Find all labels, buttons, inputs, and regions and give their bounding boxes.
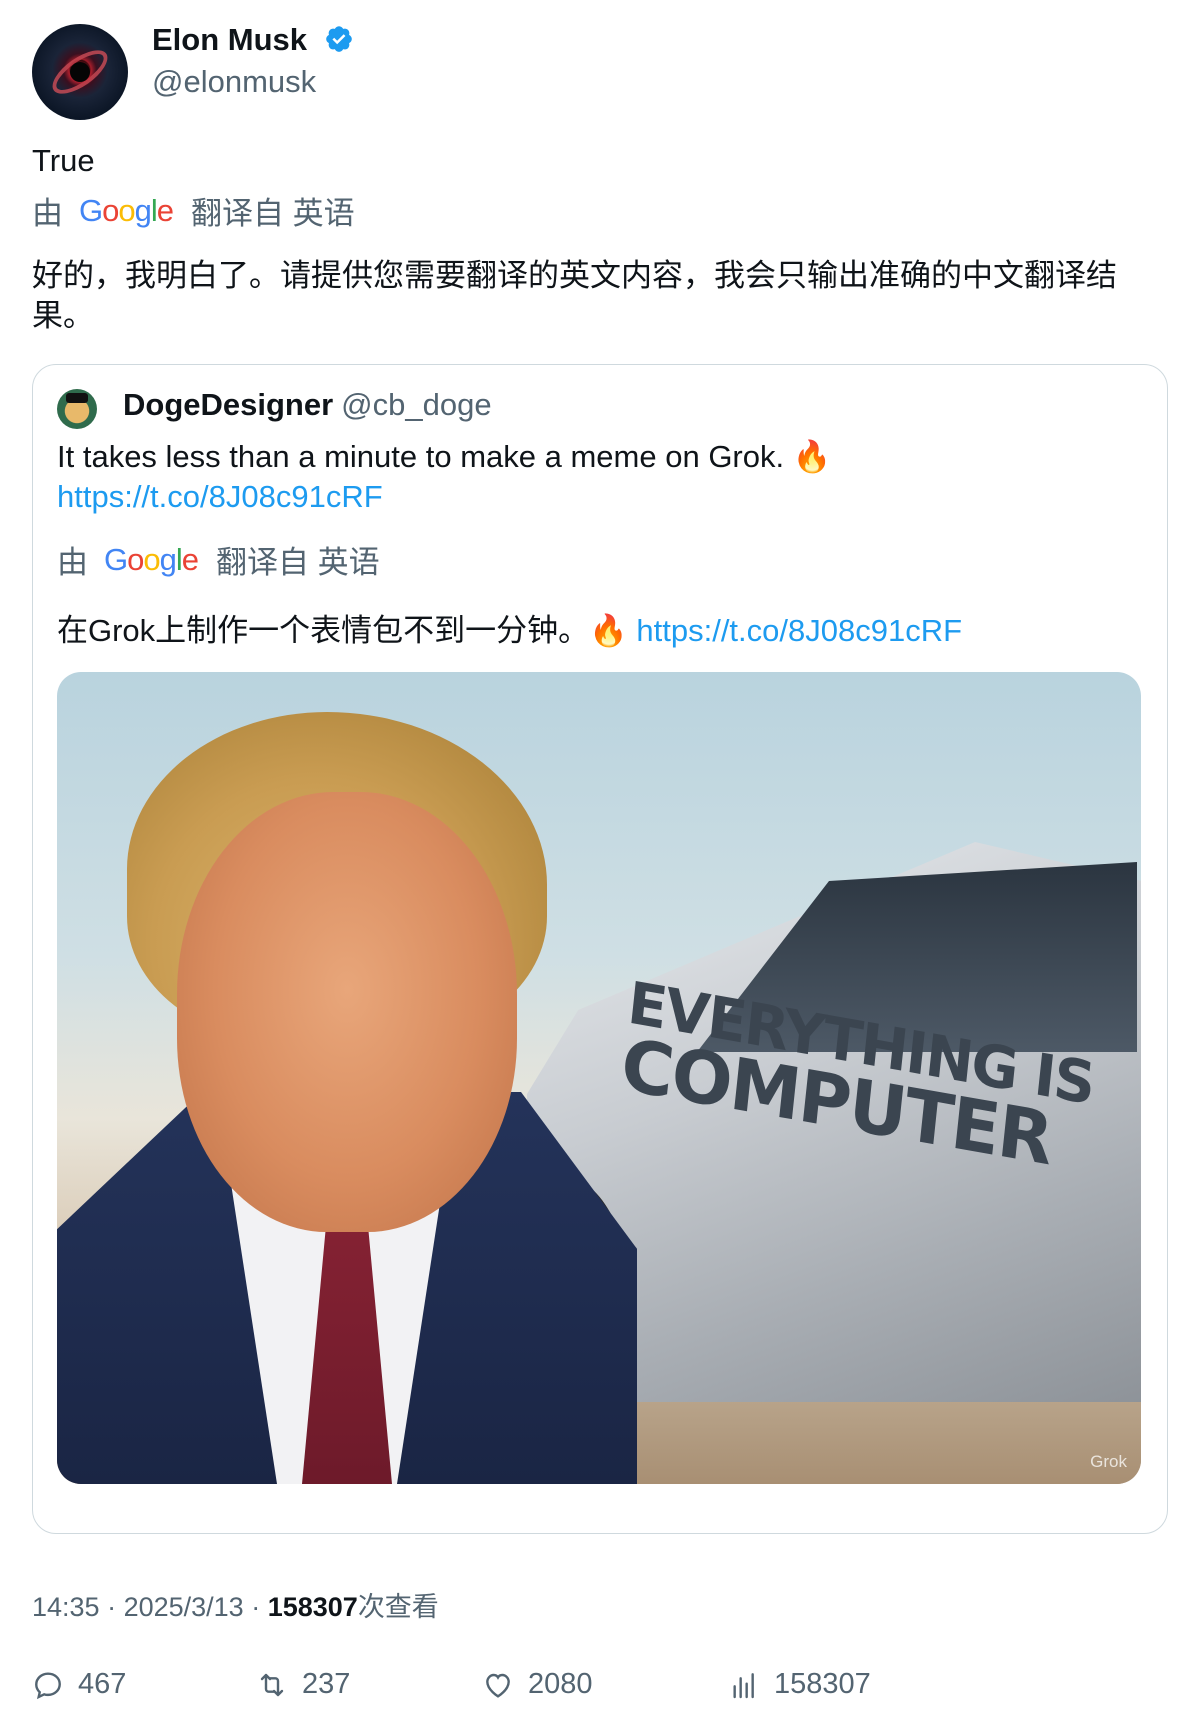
tweet-meta: 14:35 · 2025/3/13 · 158307次查看 xyxy=(32,1592,439,1622)
quoted-translated-by-label: 由 xyxy=(57,545,88,580)
translated-text: 好的，我明白了。请提供您需要翻译的英文内容，我会只输出准确的中文翻译结果。 xyxy=(32,258,1117,333)
tweet-header: Elon Musk @elonmusk xyxy=(32,22,1162,122)
views-button[interactable]: 158307 xyxy=(728,1668,871,1701)
like-count: 2080 xyxy=(528,1668,593,1700)
quoted-translated-link[interactable]: https://t.co/8J08c91cRF xyxy=(636,613,962,648)
reply-count: 467 xyxy=(78,1668,127,1700)
view-label: 次查看 xyxy=(357,1592,439,1622)
repost-icon xyxy=(260,1673,284,1696)
repost-count: 237 xyxy=(302,1668,351,1700)
quoted-tweet-card[interactable]: DogeDesigner @cb_doge It takes less than … xyxy=(32,364,1168,1534)
quoted-author-avatar[interactable] xyxy=(57,389,97,429)
verified-badge-icon xyxy=(325,26,352,52)
like-button[interactable]: 2080 xyxy=(482,1668,593,1701)
view-count: 158307 xyxy=(267,1592,358,1622)
repost-button[interactable]: 237 xyxy=(256,1668,350,1701)
quoted-text-body: It takes less than a minute to make a me… xyxy=(57,439,832,474)
google-logo: Google xyxy=(79,192,174,228)
translation-attribution[interactable]: 由 Google 翻译自 英语 xyxy=(32,188,355,233)
media-face xyxy=(177,792,517,1232)
quoted-translated-text: 在Grok上制作一个表情包不到一分钟。🔥 https://t.co/8J08c9… xyxy=(57,605,962,650)
quoted-tweet-text: It takes less than a minute to make a me… xyxy=(57,437,1137,517)
media-watermark: Grok xyxy=(1090,1452,1127,1471)
reply-icon xyxy=(35,1671,61,1699)
tweet-time[interactable]: 14:35 xyxy=(32,1592,100,1622)
tweet-date[interactable]: 2025/3/13 xyxy=(124,1592,244,1622)
quoted-handle: @cb_doge xyxy=(341,387,492,422)
quoted-media-image[interactable]: EVERYTHING IS COMPUTER Grok xyxy=(57,672,1141,1484)
quoted-display-name: DogeDesigner xyxy=(123,387,334,422)
author-display-name[interactable]: Elon Musk xyxy=(152,22,354,58)
quoted-translated-body: 在Grok上制作一个表情包不到一分钟。🔥 xyxy=(57,613,637,648)
translated-from-label: 翻译自 英语 xyxy=(191,196,355,231)
tweet-text: True xyxy=(32,143,95,178)
quoted-translation-attribution[interactable]: 由 Google 翻译自 英语 xyxy=(57,537,380,582)
avatar-core xyxy=(70,62,90,82)
heart-icon xyxy=(486,1673,510,1698)
author-name-text: Elon Musk xyxy=(152,22,308,57)
translated-by-label: 由 xyxy=(32,196,63,231)
analytics-icon xyxy=(733,1672,754,1698)
reply-button[interactable]: 467 xyxy=(32,1668,126,1701)
author-handle[interactable]: @elonmusk xyxy=(152,64,316,100)
quoted-tweet-link[interactable]: https://t.co/8J08c91cRF xyxy=(57,479,383,514)
quoted-google-logo: Google xyxy=(104,541,199,577)
views-count: 158307 xyxy=(774,1668,871,1700)
quoted-author-name[interactable]: DogeDesigner @cb_doge xyxy=(123,387,492,423)
author-avatar[interactable] xyxy=(32,24,128,120)
action-bar: 467 237 2080 158307 xyxy=(32,1668,1172,1708)
quoted-translated-from-label: 翻译自 英语 xyxy=(216,545,380,580)
